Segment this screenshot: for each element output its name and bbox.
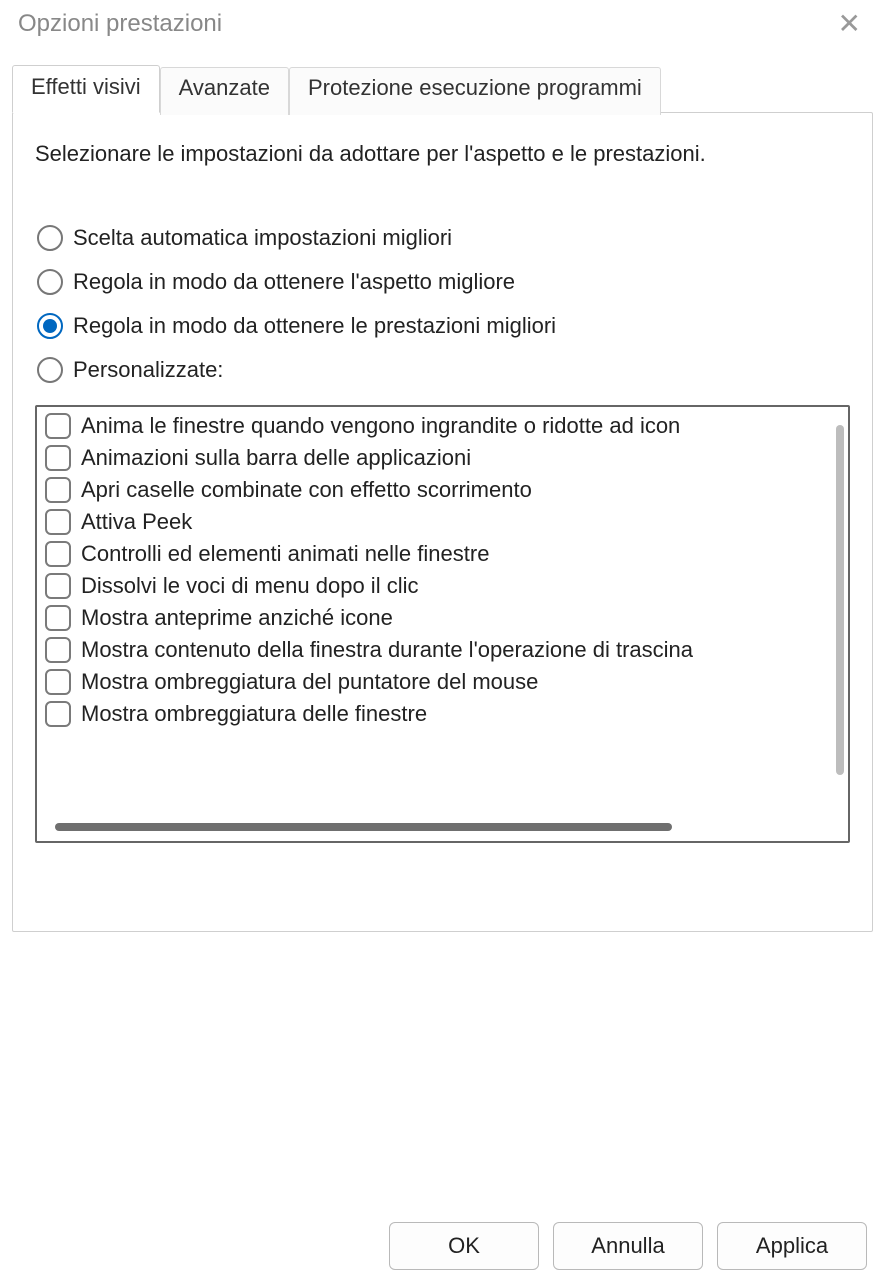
list-item[interactable]: Mostra ombreggiatura del puntatore del m… bbox=[45, 669, 842, 695]
tabs-container: Effetti visivi Avanzate Protezione esecu… bbox=[0, 54, 883, 932]
radio-best-appearance[interactable]: Regola in modo da ottenere l'aspetto mig… bbox=[37, 269, 850, 295]
radio-group: Scelta automatica impostazioni migliori … bbox=[35, 225, 850, 383]
option-label: Mostra anteprime anziché icone bbox=[81, 605, 393, 631]
list-item[interactable]: Anima le finestre quando vengono ingrand… bbox=[45, 413, 842, 439]
tab-panel-visual: Selezionare le impostazioni da adottare … bbox=[12, 112, 873, 932]
radio-label: Scelta automatica impostazioni migliori bbox=[73, 225, 452, 251]
horizontal-scrollbar-thumb[interactable] bbox=[55, 823, 672, 831]
radio-label: Regola in modo da ottenere le prestazion… bbox=[73, 313, 556, 339]
list-item[interactable]: Animazioni sulla barra delle applicazion… bbox=[45, 445, 842, 471]
list-item[interactable]: Mostra anteprime anziché icone bbox=[45, 605, 842, 631]
option-label: Animazioni sulla barra delle applicazion… bbox=[81, 445, 471, 471]
list-item[interactable]: Apri caselle combinate con effetto scorr… bbox=[45, 477, 842, 503]
radio-icon bbox=[37, 313, 63, 339]
option-label: Controlli ed elementi animati nelle fine… bbox=[81, 541, 489, 567]
radio-icon bbox=[37, 357, 63, 383]
cancel-button[interactable]: Annulla bbox=[553, 1222, 703, 1270]
checkbox-icon[interactable] bbox=[45, 605, 71, 631]
close-icon[interactable]: ✕ bbox=[830, 6, 869, 42]
apply-button[interactable]: Applica bbox=[717, 1222, 867, 1270]
checkbox-icon[interactable] bbox=[45, 541, 71, 567]
radio-icon bbox=[37, 225, 63, 251]
option-label: Apri caselle combinate con effetto scorr… bbox=[81, 477, 532, 503]
radio-custom[interactable]: Personalizzate: bbox=[37, 357, 850, 383]
checkbox-icon[interactable] bbox=[45, 573, 71, 599]
radio-best-performance[interactable]: Regola in modo da ottenere le prestazion… bbox=[37, 313, 850, 339]
tab-strip: Effetti visivi Avanzate Protezione esecu… bbox=[12, 64, 873, 112]
ok-button[interactable]: OK bbox=[389, 1222, 539, 1270]
titlebar: Opzioni prestazioni ✕ bbox=[0, 0, 883, 54]
options-listbox[interactable]: Anima le finestre quando vengono ingrand… bbox=[35, 405, 850, 843]
option-label: Attiva Peek bbox=[81, 509, 192, 535]
checkbox-icon[interactable] bbox=[45, 637, 71, 663]
option-label: Anima le finestre quando vengono ingrand… bbox=[81, 413, 680, 439]
checkbox-icon[interactable] bbox=[45, 669, 71, 695]
list-item[interactable]: Mostra contenuto della finestra durante … bbox=[45, 637, 842, 663]
radio-auto[interactable]: Scelta automatica impostazioni migliori bbox=[37, 225, 850, 251]
instruction-text: Selezionare le impostazioni da adottare … bbox=[35, 139, 850, 169]
options-list-content: Anima le finestre quando vengono ingrand… bbox=[37, 407, 848, 813]
vertical-scrollbar[interactable] bbox=[836, 425, 844, 775]
tab-dep[interactable]: Protezione esecuzione programmi bbox=[289, 67, 661, 115]
option-label: Mostra ombreggiatura delle finestre bbox=[81, 701, 427, 727]
checkbox-icon[interactable] bbox=[45, 701, 71, 727]
radio-label: Regola in modo da ottenere l'aspetto mig… bbox=[73, 269, 515, 295]
radio-icon bbox=[37, 269, 63, 295]
list-item[interactable]: Controlli ed elementi animati nelle fine… bbox=[45, 541, 842, 567]
list-item[interactable]: Mostra ombreggiatura delle finestre bbox=[45, 701, 842, 727]
option-label: Dissolvi le voci di menu dopo il clic bbox=[81, 573, 418, 599]
list-item[interactable]: Attiva Peek bbox=[45, 509, 842, 535]
tab-advanced[interactable]: Avanzate bbox=[160, 67, 289, 115]
checkbox-icon[interactable] bbox=[45, 413, 71, 439]
option-label: Mostra contenuto della finestra durante … bbox=[81, 637, 693, 663]
radio-label: Personalizzate: bbox=[73, 357, 223, 383]
dialog-buttons: OK Annulla Applica bbox=[389, 1222, 867, 1270]
list-item[interactable]: Dissolvi le voci di menu dopo il clic bbox=[45, 573, 842, 599]
tab-visual-effects[interactable]: Effetti visivi bbox=[12, 65, 160, 113]
window-title: Opzioni prestazioni bbox=[18, 10, 222, 38]
checkbox-icon[interactable] bbox=[45, 477, 71, 503]
checkbox-icon[interactable] bbox=[45, 509, 71, 535]
checkbox-icon[interactable] bbox=[45, 445, 71, 471]
horizontal-scrollbar-track[interactable] bbox=[55, 823, 826, 831]
option-label: Mostra ombreggiatura del puntatore del m… bbox=[81, 669, 538, 695]
